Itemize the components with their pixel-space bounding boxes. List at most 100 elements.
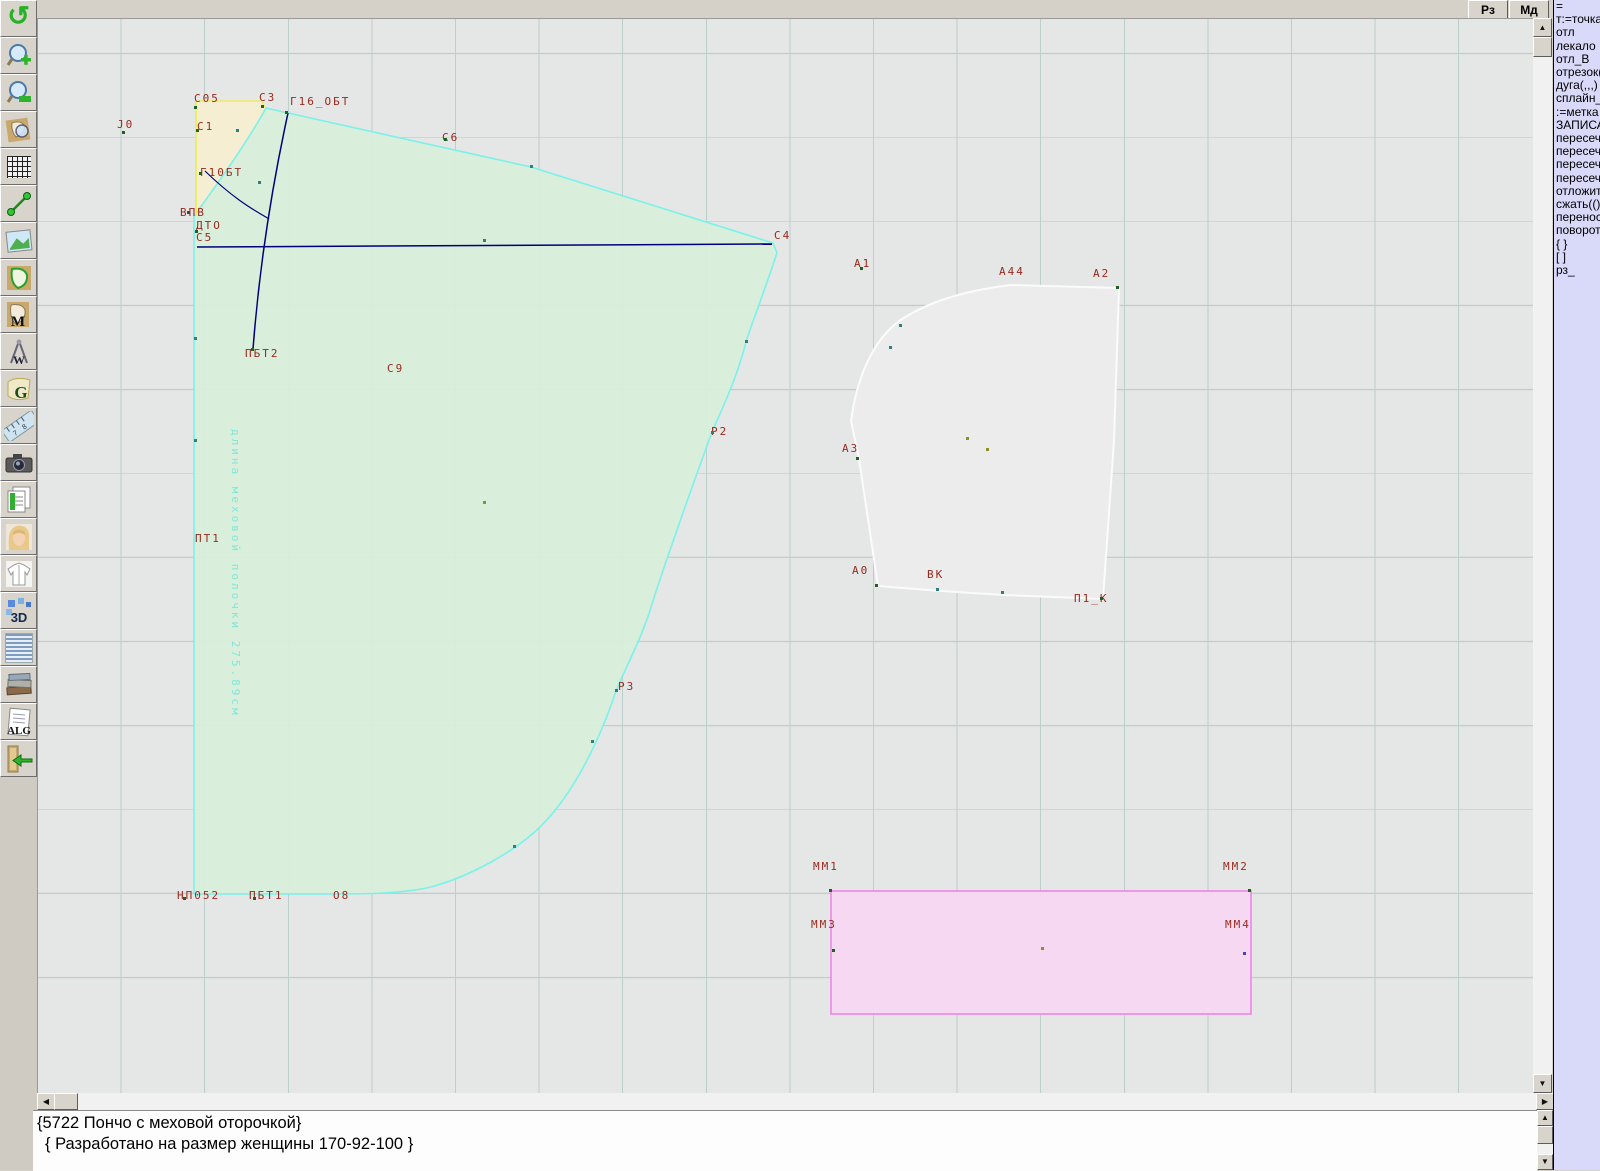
fabric-g-button[interactable]: G (0, 370, 37, 407)
pattern-piece-button[interactable] (0, 259, 37, 296)
point-marker (832, 949, 835, 952)
point-label: С1 (197, 121, 214, 132)
measure-w-button[interactable]: W (0, 333, 37, 370)
command-line[interactable]: рз_ (1554, 264, 1600, 277)
top-strip: Рз Мд (37, 0, 1553, 18)
point-marker (196, 129, 199, 132)
grid-icon (7, 156, 31, 178)
pattern-shapes (38, 19, 1534, 1094)
point-marker (899, 324, 902, 327)
point-label: С05 (194, 93, 220, 104)
canvas-vscrollbar[interactable]: ▲ ▼ (1533, 18, 1552, 1093)
books-icon (4, 671, 34, 699)
point-marker (483, 239, 486, 242)
svg-text:M: M (10, 314, 24, 330)
point-label: ММ1 (813, 861, 839, 872)
books-button[interactable] (0, 666, 37, 703)
seam-length-note: длина меховой полочки 275.89см (229, 429, 242, 789)
vscroll-thumb[interactable] (1533, 37, 1552, 57)
scroll-up-button[interactable]: ▲ (1533, 18, 1552, 37)
point-marker (195, 230, 198, 233)
point-label: ПТ1 (195, 533, 221, 544)
point-label: А0 (852, 565, 869, 576)
point-label: О8 (333, 890, 350, 901)
portrait-icon (4, 522, 34, 552)
status-scroll-up-button[interactable]: ▲ (1537, 1110, 1553, 1126)
point-marker (251, 348, 254, 351)
pink-piece (831, 891, 1251, 1014)
command-line[interactable]: отл (1554, 26, 1600, 39)
3d-label: 3D (10, 610, 27, 625)
command-line[interactable]: пересеч (1554, 172, 1600, 185)
point-marker (875, 584, 878, 587)
alg-label: ALG (7, 725, 31, 737)
scroll-down-button[interactable]: ▼ (1533, 1074, 1552, 1093)
command-line[interactable]: :=метка (1554, 106, 1600, 119)
grid-button[interactable] (0, 148, 37, 185)
status-vscrollbar[interactable]: ▲ ▼ (1537, 1110, 1553, 1170)
command-line[interactable]: { } (1554, 238, 1600, 251)
white-piece (851, 285, 1119, 599)
pattern-m-button[interactable]: M (0, 296, 37, 333)
status-vscroll-thumb[interactable] (1537, 1126, 1553, 1144)
hscroll-thumb[interactable] (54, 1093, 78, 1110)
3d-icon: 3D (4, 596, 34, 626)
scroll-right-button[interactable]: ▶ (1536, 1093, 1554, 1110)
garment-button[interactable] (0, 555, 37, 592)
point-marker (199, 172, 202, 175)
alg-doc-button[interactable]: ALG (0, 703, 37, 740)
point-label: А3 (842, 443, 859, 454)
pattern-m-icon: M (4, 300, 34, 330)
3d-button[interactable]: 3D (0, 592, 37, 629)
table-doc-button[interactable] (0, 481, 37, 518)
point-marker (253, 897, 256, 900)
point-label: С5 (196, 232, 213, 243)
piece-preview-button[interactable] (0, 111, 37, 148)
text-list-button[interactable] (0, 629, 37, 666)
exit-button[interactable] (0, 740, 37, 777)
camera-button[interactable] (0, 444, 37, 481)
point-marker (986, 448, 989, 451)
point-label: ММ4 (1225, 919, 1251, 930)
zoom-out-icon (5, 79, 33, 107)
command-line[interactable]: пересеч (1554, 158, 1600, 171)
command-line[interactable]: поворот (1554, 224, 1600, 237)
status-scroll-down-button[interactable]: ▼ (1537, 1154, 1553, 1170)
point-marker (194, 106, 197, 109)
command-line[interactable]: сплайн_ (1554, 92, 1600, 105)
point-marker (261, 105, 264, 108)
image-icon (5, 228, 33, 254)
zoom-in-button[interactable] (0, 37, 37, 74)
camera-icon (4, 450, 34, 476)
fabric-g-icon: G (4, 374, 34, 404)
point-marker (1248, 889, 1251, 892)
drawing-canvas[interactable]: длина меховой полочки 275.89см С05С3Г16_… (37, 18, 1534, 1094)
point-label: П1_К (1074, 593, 1109, 604)
zoom-in-icon (5, 42, 33, 70)
point-marker (513, 845, 516, 848)
point-marker (285, 111, 288, 114)
canvas-hscrollbar[interactable]: ◀ ▶ (37, 1093, 1553, 1110)
exit-icon (4, 744, 34, 774)
scroll-left-button[interactable]: ◀ (37, 1093, 55, 1110)
md-button[interactable]: Мд (1509, 0, 1549, 19)
point-marker (1116, 286, 1119, 289)
rz-button[interactable]: Рз (1468, 0, 1508, 19)
point-marker (258, 181, 261, 184)
point-marker (1041, 947, 1044, 950)
undo-button[interactable]: ↺ (0, 0, 37, 37)
portrait-button[interactable] (0, 518, 37, 555)
text-list-icon (5, 633, 33, 663)
point-marker (1001, 591, 1004, 594)
image-button[interactable] (0, 222, 37, 259)
svg-text:G: G (14, 383, 27, 402)
point-marker (860, 267, 863, 270)
command-panel[interactable]: =т:=точкаотллекалоотл_Вотрезок(дуга(,,,)… (1553, 0, 1600, 1170)
pattern-piece-icon (4, 263, 34, 293)
command-line[interactable]: лекало (1554, 40, 1600, 53)
ruler-button[interactable]: 78 (0, 407, 37, 444)
point-label: Г16_ОБТ (290, 96, 350, 107)
undo-icon: ↺ (7, 3, 30, 30)
zoom-out-button[interactable] (0, 74, 37, 111)
segment-button[interactable] (0, 185, 37, 222)
